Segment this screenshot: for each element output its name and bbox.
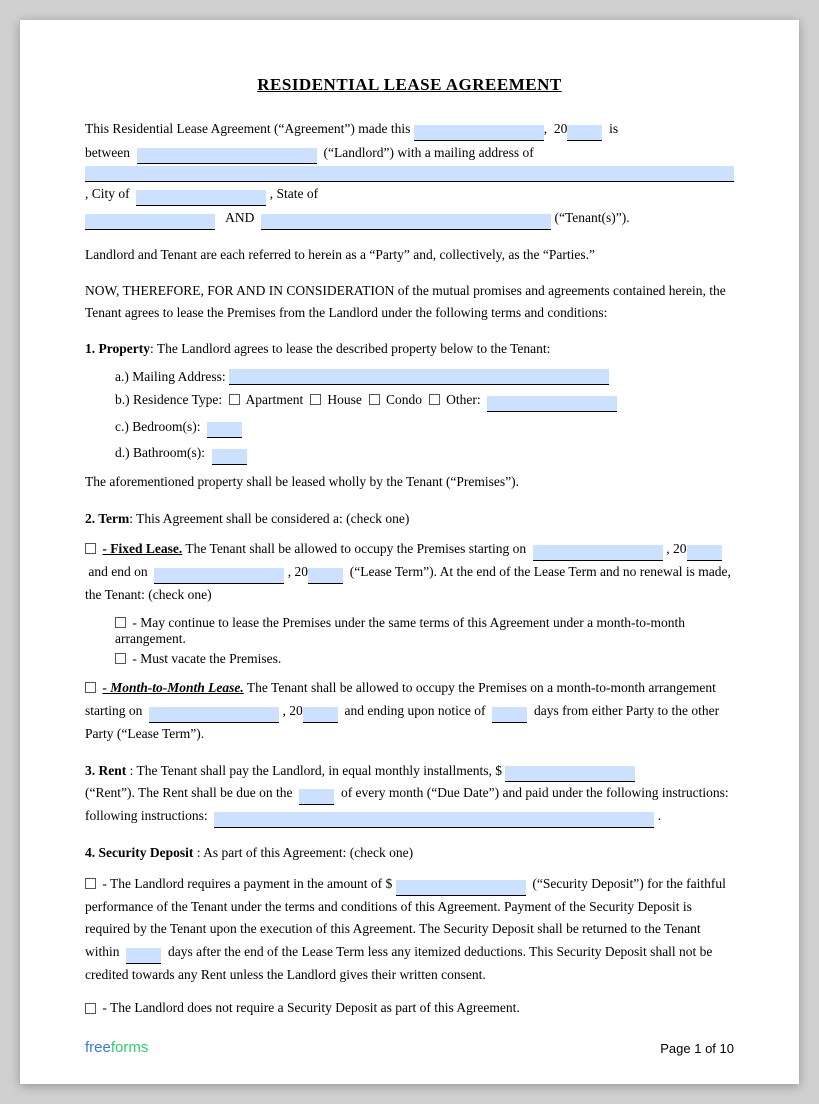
section1-footer: The aforementioned property shall be lea…	[85, 471, 734, 493]
logo-forms: forms	[111, 1039, 149, 1056]
no-security-deposit-text: - The Landlord does not require a Securi…	[102, 1000, 519, 1015]
intro-comma: ,	[544, 121, 547, 136]
intro-and: AND	[225, 210, 254, 225]
section4-text: : As part of this Agreement: (check one)	[197, 845, 413, 860]
fixed-sub1-option: - May continue to lease the Premises und…	[115, 615, 734, 647]
fixed-sub2-option: - Must vacate the Premises.	[115, 651, 734, 667]
other-checkbox[interactable]	[429, 394, 440, 405]
monthly-text3: and ending upon notice of	[345, 703, 486, 718]
section2-text: : This Agreement shall be considered a: …	[129, 511, 409, 526]
intro-line1-before: This Residential Lease Agreement (“Agree…	[85, 121, 410, 136]
section1-text: : The Landlord agrees to lease the descr…	[150, 341, 550, 356]
fixed-lease-option: - Fixed Lease. The Tenant shall be allow…	[85, 538, 734, 607]
notice-days-field[interactable]	[492, 707, 527, 723]
security-deposit-days-field[interactable]	[126, 948, 161, 964]
intro-is: is	[609, 121, 618, 136]
fixed-lease-20-1: , 20	[666, 541, 686, 556]
mailing-address-line1-field[interactable]	[85, 166, 734, 182]
no-security-deposit-checkbox[interactable]	[85, 1003, 96, 1014]
fixed-lease-and-end: and end on	[88, 564, 147, 579]
rent-amount-field[interactable]	[505, 766, 635, 782]
intro-city-label: , City of	[85, 186, 130, 201]
monthly-year-field[interactable]	[303, 707, 338, 723]
state-field[interactable]	[85, 214, 215, 230]
intro-section: This Residential Lease Agreement (“Agree…	[85, 117, 734, 230]
fixed-lease-20-2: , 20	[288, 564, 308, 579]
section1: 1. Property: The Landlord agrees to leas…	[85, 338, 734, 493]
section1-items: a.) Mailing Address: b.) Residence Type:…	[115, 369, 734, 466]
logo-free: free	[85, 1039, 111, 1056]
page-number: Page 1 of 10	[660, 1041, 734, 1056]
monthly-start-field[interactable]	[149, 707, 279, 723]
consideration-section: NOW, THEREFORE, FOR AND IN CONSIDERATION…	[85, 280, 734, 325]
city-field[interactable]	[136, 190, 266, 206]
intro-tenants-label: (“Tenant(s)”).	[555, 210, 630, 225]
intro-between: between	[85, 145, 130, 160]
section1-label: 1. Property	[85, 341, 150, 356]
freeforms-logo: freeforms	[85, 1039, 148, 1056]
monthly-lease-option: - Month-to-Month Lease. The Tenant shall…	[85, 677, 734, 746]
security-deposit-checkbox[interactable]	[85, 878, 96, 889]
section4-label: 4. Security Deposit	[85, 845, 193, 860]
monthly-lease-checkbox[interactable]	[85, 682, 96, 693]
fixed-sub2-text: - Must vacate the Premises.	[132, 651, 281, 666]
parties-text: Landlord and Tenant are each referred to…	[85, 244, 734, 266]
monthly-20: , 20	[283, 703, 303, 718]
lease-end-field[interactable]	[154, 568, 284, 584]
section1-d-label: d.) Bathroom(s):	[115, 445, 205, 460]
section3-instructions-label: following instructions:	[85, 808, 208, 823]
security-deposit-option1: - The Landlord requires a payment in the…	[85, 873, 734, 988]
intro-state-label: , State of	[270, 186, 318, 201]
apartment-label: Apartment	[246, 392, 304, 407]
document-page: RESIDENTIAL LEASE AGREEMENT This Residen…	[20, 20, 799, 1084]
fixed-lease-text1: The Tenant shall be allowed to occupy th…	[185, 541, 526, 556]
monthly-label: - Month-to-Month Lease.	[102, 680, 243, 695]
fixed-lease-checkbox[interactable]	[85, 543, 96, 554]
footer: freeforms Page 1 of 10	[85, 1039, 734, 1056]
landlord-name-field[interactable]	[137, 148, 317, 164]
tenant-name-field[interactable]	[261, 214, 551, 230]
fixed-lease-label: - Fixed Lease.	[102, 541, 182, 556]
section3-text1: : The Tenant shall pay the Landlord, in …	[130, 763, 502, 778]
section2-label: 2. Term	[85, 511, 129, 526]
start-year-field[interactable]	[687, 545, 722, 561]
instructions-field[interactable]	[214, 812, 654, 828]
security-deposit-amount-field[interactable]	[396, 880, 526, 896]
end-year-field[interactable]	[308, 568, 343, 584]
section2: 2. Term: This Agreement shall be conside…	[85, 508, 734, 746]
date-field[interactable]	[414, 125, 544, 141]
intro-landlord-label: (“Landlord”) with a mailing address of	[323, 145, 533, 160]
section1-c-label: c.) Bedroom(s):	[115, 419, 200, 434]
other-label: Other:	[446, 392, 481, 407]
consideration-text: NOW, THEREFORE, FOR AND IN CONSIDERATION…	[85, 280, 734, 325]
fixed-sub1-text: - May continue to lease the Premises und…	[115, 615, 685, 646]
section4: 4. Security Deposit : As part of this Ag…	[85, 842, 734, 1020]
section3: 3. Rent : The Tenant shall pay the Landl…	[85, 760, 734, 829]
section3-text3: of every month (“Due Date”) and paid und…	[341, 785, 729, 800]
year-field[interactable]	[567, 125, 602, 141]
due-date-field[interactable]	[299, 789, 334, 805]
security-deposit-text3: days after the end of the Lease Term les…	[85, 944, 712, 982]
house-label: House	[327, 392, 362, 407]
fixed-sub2-checkbox[interactable]	[115, 653, 126, 664]
section1-a-label: a.) Mailing Address:	[115, 369, 226, 385]
section3-label: 3. Rent	[85, 763, 126, 778]
mailing-address-field[interactable]	[229, 369, 609, 385]
parties-section: Landlord and Tenant are each referred to…	[85, 244, 734, 266]
document-title: RESIDENTIAL LEASE AGREEMENT	[85, 75, 734, 95]
security-deposit-text1: - The Landlord requires a payment in the…	[102, 876, 392, 891]
house-checkbox[interactable]	[310, 394, 321, 405]
condo-label: Condo	[386, 392, 422, 407]
other-field[interactable]	[487, 396, 617, 412]
fixed-sub1-checkbox[interactable]	[115, 617, 126, 628]
bedrooms-field[interactable]	[207, 422, 242, 438]
no-security-deposit-option: - The Landlord does not require a Securi…	[85, 997, 734, 1020]
section1-b-label: b.) Residence Type:	[115, 392, 222, 407]
section3-period: .	[658, 808, 661, 823]
section3-text2: (“Rent”). The Rent shall be due on the	[85, 785, 292, 800]
apartment-checkbox[interactable]	[229, 394, 240, 405]
bathrooms-field[interactable]	[212, 449, 247, 465]
lease-start-field[interactable]	[533, 545, 663, 561]
condo-checkbox[interactable]	[369, 394, 380, 405]
